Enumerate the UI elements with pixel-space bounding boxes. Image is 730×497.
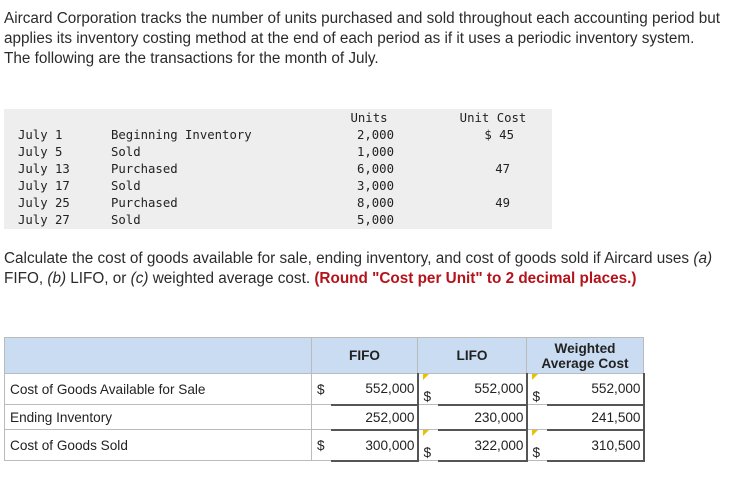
question-marker-b: (b)	[47, 270, 67, 287]
transaction-row: July 1 Beginning Inventory 2,000 $ 45	[4, 128, 552, 145]
unit-cost-header: Unit Cost	[459, 111, 527, 125]
question-marker-a: (a)	[693, 250, 713, 267]
currency-cell	[526, 404, 547, 430]
fifo-input[interactable]: 552,000	[331, 373, 419, 406]
question-part: LIFO, or	[66, 270, 131, 287]
transaction-desc: Purchased	[111, 196, 178, 210]
transaction-date: July 25	[18, 196, 70, 210]
weighted-average-input[interactable]: 241,500	[546, 404, 645, 431]
transaction-units: 8,000	[356, 196, 394, 210]
lifo-input[interactable]: 552,000	[437, 373, 528, 406]
transaction-desc: Beginning Inventory	[111, 128, 252, 142]
currency-cell: $	[526, 429, 547, 461]
transaction-cost: 47	[495, 162, 510, 176]
transaction-cost: 49	[495, 196, 510, 210]
transaction-row: July 5 Sold 1,000	[4, 145, 552, 162]
currency-cell	[416, 404, 438, 430]
question-part: FIFO,	[4, 270, 48, 287]
flag-icon	[531, 430, 538, 436]
transaction-row: July 27 Sold 5,000	[4, 213, 552, 230]
transaction-date: July 17	[18, 179, 70, 193]
currency-cell: $	[416, 429, 438, 461]
dollar-sign: $	[423, 389, 432, 404]
weighted-average-input[interactable]: 552,000	[546, 373, 645, 406]
dollar-sign: $	[317, 381, 325, 397]
transaction-row: July 25 Purchased 8,000 49	[4, 196, 552, 213]
dollar-sign: $	[532, 389, 541, 404]
transaction-cost: $ 45	[484, 128, 514, 142]
lifo-input[interactable]: 322,000	[437, 429, 528, 462]
question-part: weighted average cost.	[148, 270, 315, 287]
transaction-units: 6,000	[356, 162, 394, 176]
transaction-desc: Sold	[111, 179, 141, 193]
question-marker-c: (c)	[130, 270, 149, 287]
transaction-desc: Sold	[111, 213, 141, 227]
question-part: Calculate the cost of goods available fo…	[4, 250, 694, 267]
transaction-row: July 13 Purchased 6,000 47	[4, 162, 552, 179]
transaction-units: 1,000	[356, 145, 394, 159]
rounding-note: (Round "Cost per Unit" to 2 decimal plac…	[314, 270, 637, 287]
row-label: Ending Inventory	[4, 404, 312, 430]
transaction-desc: Purchased	[111, 162, 178, 176]
weighted-average-input[interactable]: 310,500	[546, 429, 645, 462]
row-label: Cost of Goods Sold	[4, 429, 312, 461]
dollar-sign: $	[317, 437, 325, 453]
currency-cell	[311, 404, 332, 430]
flag-icon	[422, 430, 429, 436]
transaction-units: 3,000	[356, 179, 394, 193]
header-lifo: LIFO	[417, 337, 527, 374]
question-text: Calculate the cost of goods available fo…	[4, 249, 724, 289]
transaction-date: July 1	[18, 128, 63, 142]
currency-cell: $	[311, 429, 332, 461]
flag-icon	[531, 374, 538, 380]
flag-icon	[422, 374, 429, 380]
transaction-date: July 13	[18, 162, 70, 176]
transactions-table: Units Unit Cost July 1 Beginning Invento…	[4, 109, 552, 229]
transaction-date: July 27	[18, 213, 70, 227]
transaction-date: July 5	[18, 145, 63, 159]
header-blank	[4, 337, 312, 374]
dollar-sign: $	[423, 445, 432, 460]
table-row: Cost of Goods Sold $ 300,000 $ 322,000 $…	[4, 429, 645, 462]
dollar-sign: $	[532, 445, 541, 460]
units-header: Units	[350, 111, 388, 125]
lifo-input[interactable]: 230,000	[437, 404, 528, 431]
problem-intro: Aircard Corporation tracks the number of…	[4, 10, 720, 67]
currency-cell: $	[526, 373, 547, 405]
transaction-units: 2,000	[356, 128, 394, 142]
row-label: Cost of Goods Available for Sale	[4, 373, 312, 405]
fifo-input[interactable]: 300,000	[331, 429, 419, 462]
currency-cell: $	[416, 373, 438, 405]
currency-cell: $	[311, 373, 332, 405]
fifo-input[interactable]: 252,000	[331, 404, 419, 431]
table-row: Ending Inventory 252,000 230,000 241,500	[4, 404, 645, 431]
header-fifo: FIFO	[311, 337, 418, 374]
header-weighted-average: Weighted Average Cost	[526, 337, 644, 374]
table-row: Cost of Goods Available for Sale $ 552,0…	[4, 373, 645, 406]
transaction-row: July 17 Sold 3,000	[4, 179, 552, 196]
transaction-desc: Sold	[111, 145, 141, 159]
transaction-units: 5,000	[356, 213, 394, 227]
answer-table: FIFO LIFO Weighted Average Cost Cost of …	[4, 337, 645, 462]
